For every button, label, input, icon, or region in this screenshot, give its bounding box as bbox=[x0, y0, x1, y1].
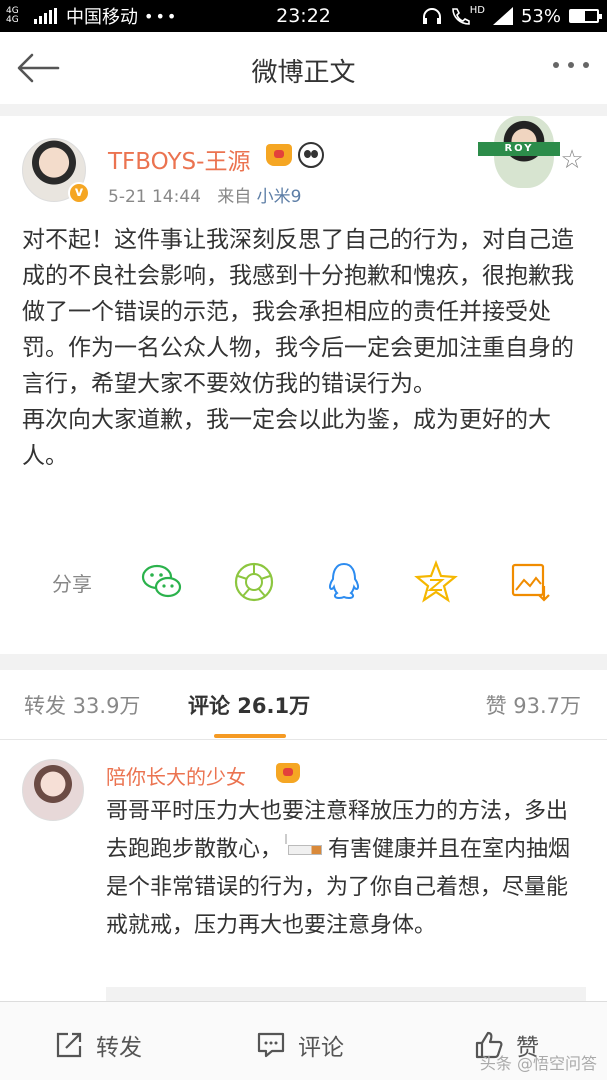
more-options-icon[interactable] bbox=[553, 62, 589, 68]
cigarette-emoji-icon bbox=[285, 834, 323, 855]
repost-label: 转发 bbox=[96, 1035, 142, 1061]
status-bar: 4G 4G 中国移动 ••• 23:22 HD 53% bbox=[0, 0, 607, 32]
tab-like[interactable]: 赞 93.7万 bbox=[486, 690, 581, 720]
tab-comment[interactable]: 评论 26.1万 bbox=[188, 690, 310, 720]
tab-repost[interactable]: 转发 33.9万 bbox=[24, 690, 140, 720]
qzone-icon[interactable] bbox=[414, 560, 458, 604]
post-content: 对不起！这件事让我深刻反思了自己的行为，对自己造成的不良社会影响，我感到十分抱歉… bbox=[22, 222, 592, 474]
panda-badge-icon bbox=[298, 142, 324, 168]
wechat-icon[interactable] bbox=[140, 560, 184, 604]
divider bbox=[0, 104, 607, 116]
top-nav: 微博正文 bbox=[0, 32, 607, 104]
repost-icon bbox=[56, 1032, 82, 1058]
fan-badge-label: ROY bbox=[478, 142, 560, 156]
headphones-icon bbox=[422, 8, 441, 24]
hd-label: HD bbox=[469, 4, 485, 16]
signal-bars-icon bbox=[492, 7, 513, 25]
page-title: 微博正文 bbox=[251, 58, 356, 88]
comment-label: 评论 bbox=[298, 1035, 344, 1061]
save-image-icon[interactable] bbox=[508, 560, 552, 604]
status-right: HD 53% bbox=[422, 0, 602, 32]
commenter-name[interactable]: 陪你长大的少女 bbox=[106, 761, 246, 790]
crown-badge-icon bbox=[266, 144, 292, 166]
post-meta: 5-21 14:44 来自 小米9 bbox=[108, 182, 301, 207]
call-icon bbox=[451, 8, 470, 25]
fan-badge[interactable]: ROY bbox=[478, 116, 560, 196]
comment-button[interactable]: 评论 bbox=[256, 1028, 344, 1062]
bottom-action-bar: 转发 评论 赞 头条 @悟空问答 bbox=[0, 1001, 607, 1080]
qq-icon[interactable] bbox=[322, 560, 366, 604]
battery-percent: 53% bbox=[520, 5, 561, 27]
share-label: 分享 bbox=[52, 572, 92, 596]
comment-icon bbox=[257, 1032, 285, 1058]
battery-icon bbox=[569, 9, 602, 23]
share-row: 分享 bbox=[0, 546, 607, 616]
weibo-post: v TFBOYS-王源 5-21 14:44 来自 小米9 ROY ☆ 对不起！… bbox=[0, 116, 607, 654]
interaction-tabs: 转发 33.9万 评论 26.1万 赞 93.7万 bbox=[0, 670, 607, 740]
active-tab-indicator bbox=[214, 734, 286, 738]
post-time: 5-21 14:44 bbox=[108, 187, 201, 207]
author-name[interactable]: TFBOYS-王源 bbox=[108, 142, 250, 176]
watermark: 头条 @悟空问答 bbox=[479, 1054, 597, 1073]
post-paragraph: 对不起！这件事让我深刻反思了自己的行为，对自己造成的不良社会影响，我感到十分抱歉… bbox=[22, 227, 574, 397]
post-paragraph: 再次向大家道歉，我一定会以此为鉴，成为更好的大人。 bbox=[22, 407, 551, 469]
moments-icon[interactable] bbox=[232, 560, 276, 604]
comment-text: 哥哥平时压力大也要注意释放压力的方法，多出去跑跑步散散心， 有害健康并且在室内抽烟… bbox=[106, 793, 586, 945]
verified-badge-icon: v bbox=[68, 182, 90, 204]
source-prefix: 来自 bbox=[217, 187, 252, 207]
favorite-star-icon[interactable]: ☆ bbox=[558, 146, 586, 174]
commenter-avatar[interactable] bbox=[22, 759, 84, 821]
divider bbox=[0, 654, 607, 670]
crown-badge-icon bbox=[276, 763, 300, 783]
comment-item: 陪你长大的少女 哥哥平时压力大也要注意释放压力的方法，多出去跑跑步散散心， 有害健… bbox=[0, 741, 607, 1017]
post-source[interactable]: 小米9 bbox=[257, 187, 302, 207]
repost-button[interactable]: 转发 bbox=[54, 1028, 142, 1062]
